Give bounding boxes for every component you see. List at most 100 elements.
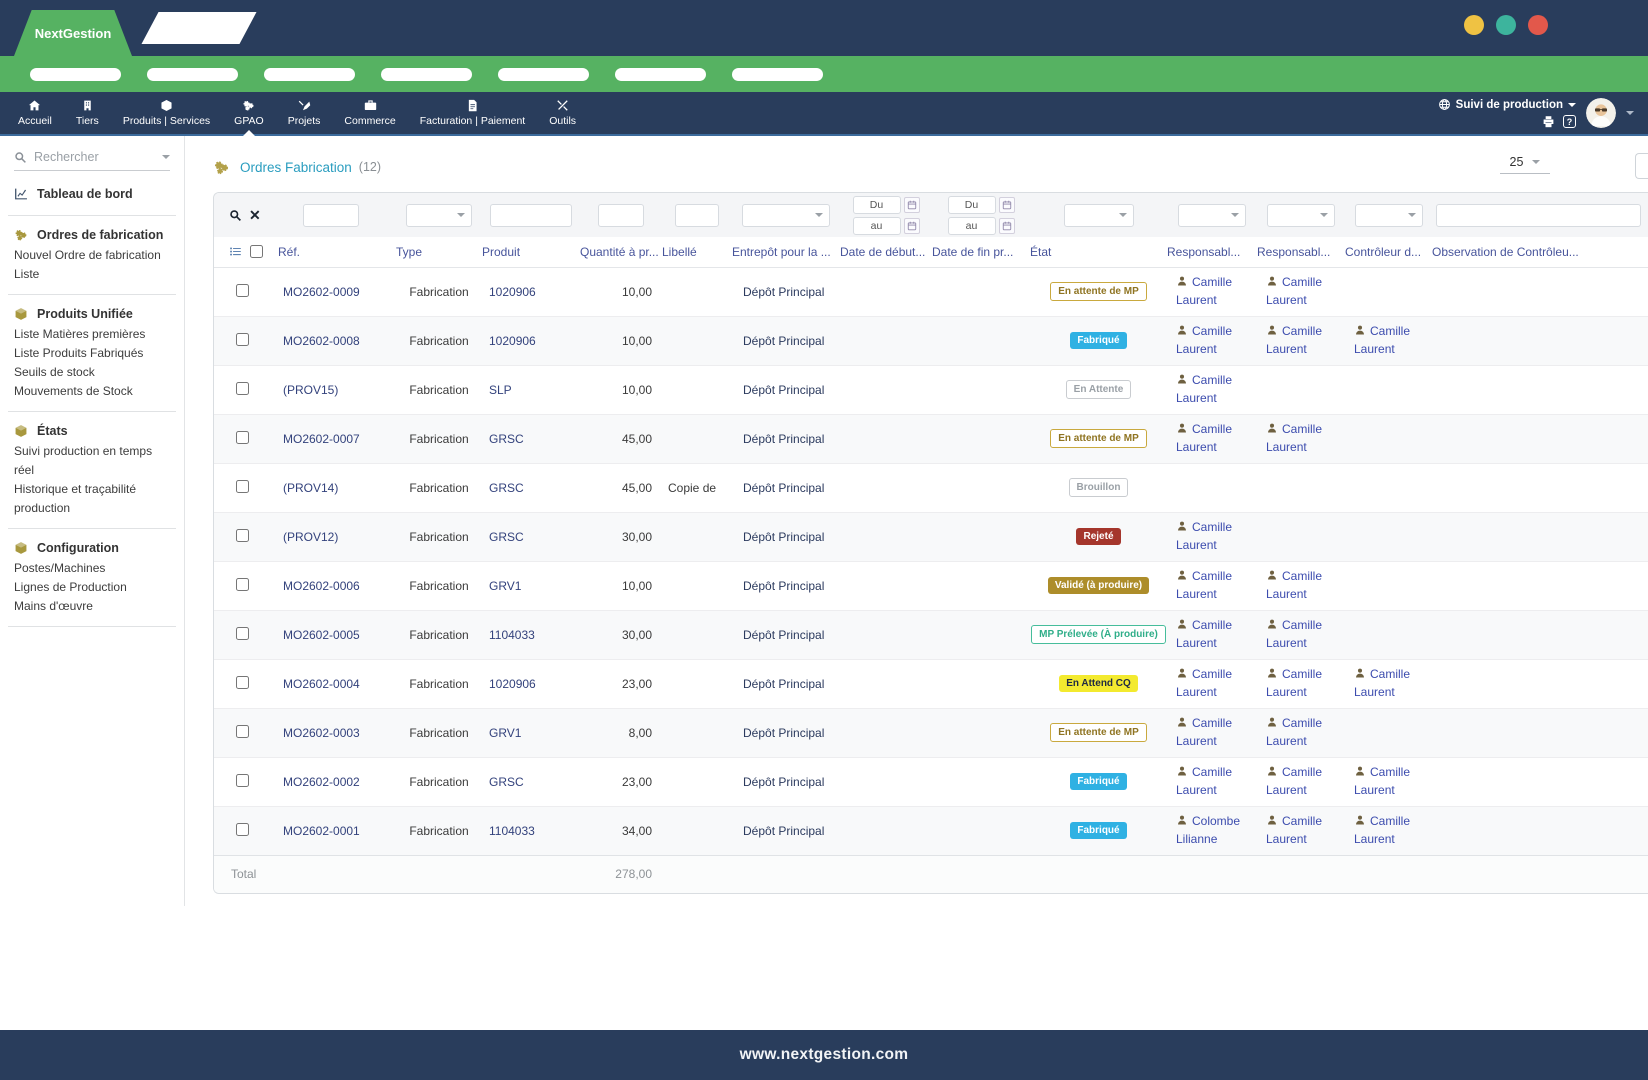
search-input[interactable] xyxy=(34,150,155,164)
print-button[interactable] xyxy=(1542,115,1555,128)
filter-start-date-to-input[interactable] xyxy=(853,217,901,235)
order-ref-link[interactable]: (PROV12) xyxy=(283,530,338,544)
select-all-checkbox[interactable] xyxy=(250,245,263,258)
col-libelle[interactable]: Libellé xyxy=(662,237,732,267)
nav-gpao[interactable]: GPAO xyxy=(222,92,276,134)
filter-status-select[interactable] xyxy=(1064,204,1134,227)
col-quantite[interactable]: Quantité à pr... xyxy=(580,237,662,267)
filter-end-date-to-input[interactable] xyxy=(948,217,996,235)
filter-qty-input[interactable] xyxy=(598,204,644,227)
row-checkbox[interactable] xyxy=(236,529,249,542)
sidebar-section-title[interactable]: Ordres de fabrication xyxy=(14,225,170,246)
clear-filter-button[interactable]: ✕ xyxy=(249,208,261,222)
warehouse-link[interactable]: Dépôt Principal xyxy=(743,530,824,544)
sidebar-item[interactable]: Historique et traçabilité production xyxy=(14,480,170,518)
sidebar-item[interactable]: Suivi production en temps réel xyxy=(14,442,170,480)
product-link[interactable]: GRSC xyxy=(489,530,524,544)
nav-outils[interactable]: Outils xyxy=(537,92,588,134)
col-date-fin[interactable]: Date de fin pr... xyxy=(932,237,1030,267)
col-etat[interactable]: État xyxy=(1030,237,1167,267)
product-link[interactable]: GRV1 xyxy=(489,726,521,740)
filter-product-input[interactable] xyxy=(490,204,572,227)
context-switcher[interactable]: Suivi de production xyxy=(1438,98,1576,111)
filter-warehouse-select[interactable] xyxy=(742,204,830,227)
page-size-select[interactable]: 25 xyxy=(1500,155,1550,174)
row-checkbox[interactable] xyxy=(236,382,249,395)
row-checkbox[interactable] xyxy=(236,823,249,836)
product-link[interactable]: GRSC xyxy=(489,775,524,789)
user-menu-chevron-icon[interactable] xyxy=(1626,111,1634,115)
order-ref-link[interactable]: (PROV15) xyxy=(283,383,338,397)
product-link[interactable]: GRV1 xyxy=(489,579,521,593)
sidebar-section-title[interactable]: Produits Unifiée xyxy=(14,304,170,325)
table-row[interactable]: MO2602-0007 Fabrication GRSC 45,00 Dépôt… xyxy=(214,414,1648,463)
warehouse-link[interactable]: Dépôt Principal xyxy=(743,579,824,593)
filter-label-input[interactable] xyxy=(675,204,719,227)
row-checkbox[interactable] xyxy=(236,725,249,738)
page-title[interactable]: Ordres Fabrication xyxy=(240,160,352,175)
table-row[interactable]: MO2602-0001 Fabrication 1104033 34,00 Dé… xyxy=(214,806,1648,855)
filter-controller-select[interactable] xyxy=(1355,204,1423,227)
filter-type-select[interactable] xyxy=(406,204,472,227)
col-responsable-2[interactable]: Responsabl... xyxy=(1257,237,1345,267)
product-link[interactable]: 1020906 xyxy=(489,677,536,691)
row-checkbox[interactable] xyxy=(236,578,249,591)
row-checkbox[interactable] xyxy=(236,431,249,444)
filter-observation-input[interactable] xyxy=(1436,204,1641,227)
col-produit[interactable]: Produit xyxy=(482,237,580,267)
warehouse-link[interactable]: Dépôt Principal xyxy=(743,775,824,789)
brand-logo[interactable]: NextGestion xyxy=(14,10,132,56)
filter-start-date-from-input[interactable] xyxy=(853,196,901,214)
order-ref-link[interactable]: MO2602-0006 xyxy=(283,579,360,593)
quick-tab-pill[interactable] xyxy=(147,68,238,81)
filter-ref-input[interactable] xyxy=(303,204,359,227)
filter-responsible2-select[interactable] xyxy=(1267,204,1335,227)
order-ref-link[interactable]: MO2602-0009 xyxy=(283,285,360,299)
sidebar-item[interactable]: Mouvements de Stock xyxy=(14,382,170,401)
row-checkbox[interactable] xyxy=(236,333,249,346)
table-row[interactable]: MO2602-0004 Fabrication 1020906 23,00 Dé… xyxy=(214,659,1648,708)
partial-button[interactable] xyxy=(1635,153,1648,179)
list-options-button[interactable] xyxy=(229,245,242,258)
order-ref-link[interactable]: MO2602-0007 xyxy=(283,432,360,446)
product-link[interactable]: 1104033 xyxy=(489,824,535,838)
avatar[interactable] xyxy=(1586,98,1616,128)
nav-facturation-paiement[interactable]: Facturation | Paiement xyxy=(408,92,537,134)
help-button[interactable]: ? xyxy=(1563,115,1576,128)
quick-tab-pill[interactable] xyxy=(732,68,823,81)
nav-accueil[interactable]: Accueil xyxy=(6,92,64,134)
product-link[interactable]: GRSC xyxy=(489,432,524,446)
order-ref-link[interactable]: MO2602-0008 xyxy=(283,334,360,348)
sidebar-section-title[interactable]: Tableau de bord xyxy=(14,184,170,205)
quick-tab-pill[interactable] xyxy=(615,68,706,81)
warehouse-link[interactable]: Dépôt Principal xyxy=(743,677,824,691)
sidebar-section-title[interactable]: Configuration xyxy=(14,538,170,559)
sidebar-item[interactable]: Mains d'œuvre xyxy=(14,597,170,616)
quick-tab-pill[interactable] xyxy=(264,68,355,81)
row-checkbox[interactable] xyxy=(236,627,249,640)
table-row[interactable]: (PROV15) Fabrication SLP 10,00 Dépôt Pri… xyxy=(214,365,1648,414)
table-row[interactable]: (PROV12) Fabrication GRSC 30,00 Dépôt Pr… xyxy=(214,512,1648,561)
nav-tiers[interactable]: Tiers xyxy=(64,92,111,134)
nav-projets[interactable]: Projets xyxy=(276,92,333,134)
order-ref-link[interactable]: MO2602-0005 xyxy=(283,628,360,642)
search-caret-icon[interactable] xyxy=(162,155,170,159)
order-ref-link[interactable]: MO2602-0004 xyxy=(283,677,360,691)
warehouse-link[interactable]: Dépôt Principal xyxy=(743,726,824,740)
order-ref-link[interactable]: MO2602-0002 xyxy=(283,775,360,789)
warehouse-link[interactable]: Dépôt Principal xyxy=(743,383,824,397)
row-checkbox[interactable] xyxy=(236,480,249,493)
table-row[interactable]: MO2602-0002 Fabrication GRSC 23,00 Dépôt… xyxy=(214,757,1648,806)
sidebar-item[interactable]: Liste Matières premières xyxy=(14,325,170,344)
order-ref-link[interactable]: MO2602-0003 xyxy=(283,726,360,740)
col-controleur[interactable]: Contrôleur d... xyxy=(1345,237,1432,267)
table-row[interactable]: MO2602-0003 Fabrication GRV1 8,00 Dépôt … xyxy=(214,708,1648,757)
sidebar-item[interactable]: Postes/Machines xyxy=(14,559,170,578)
sidebar-item[interactable]: Liste Produits Fabriqués xyxy=(14,344,170,363)
filter-responsible1-select[interactable] xyxy=(1178,204,1246,227)
col-entrepot[interactable]: Entrepôt pour la ... xyxy=(732,237,840,267)
table-row[interactable]: MO2602-0008 Fabrication 1020906 10,00 Dé… xyxy=(214,316,1648,365)
quick-tab-pill[interactable] xyxy=(30,68,121,81)
warehouse-link[interactable]: Dépôt Principal xyxy=(743,824,824,838)
sidebar-section-title[interactable]: États xyxy=(14,421,170,442)
